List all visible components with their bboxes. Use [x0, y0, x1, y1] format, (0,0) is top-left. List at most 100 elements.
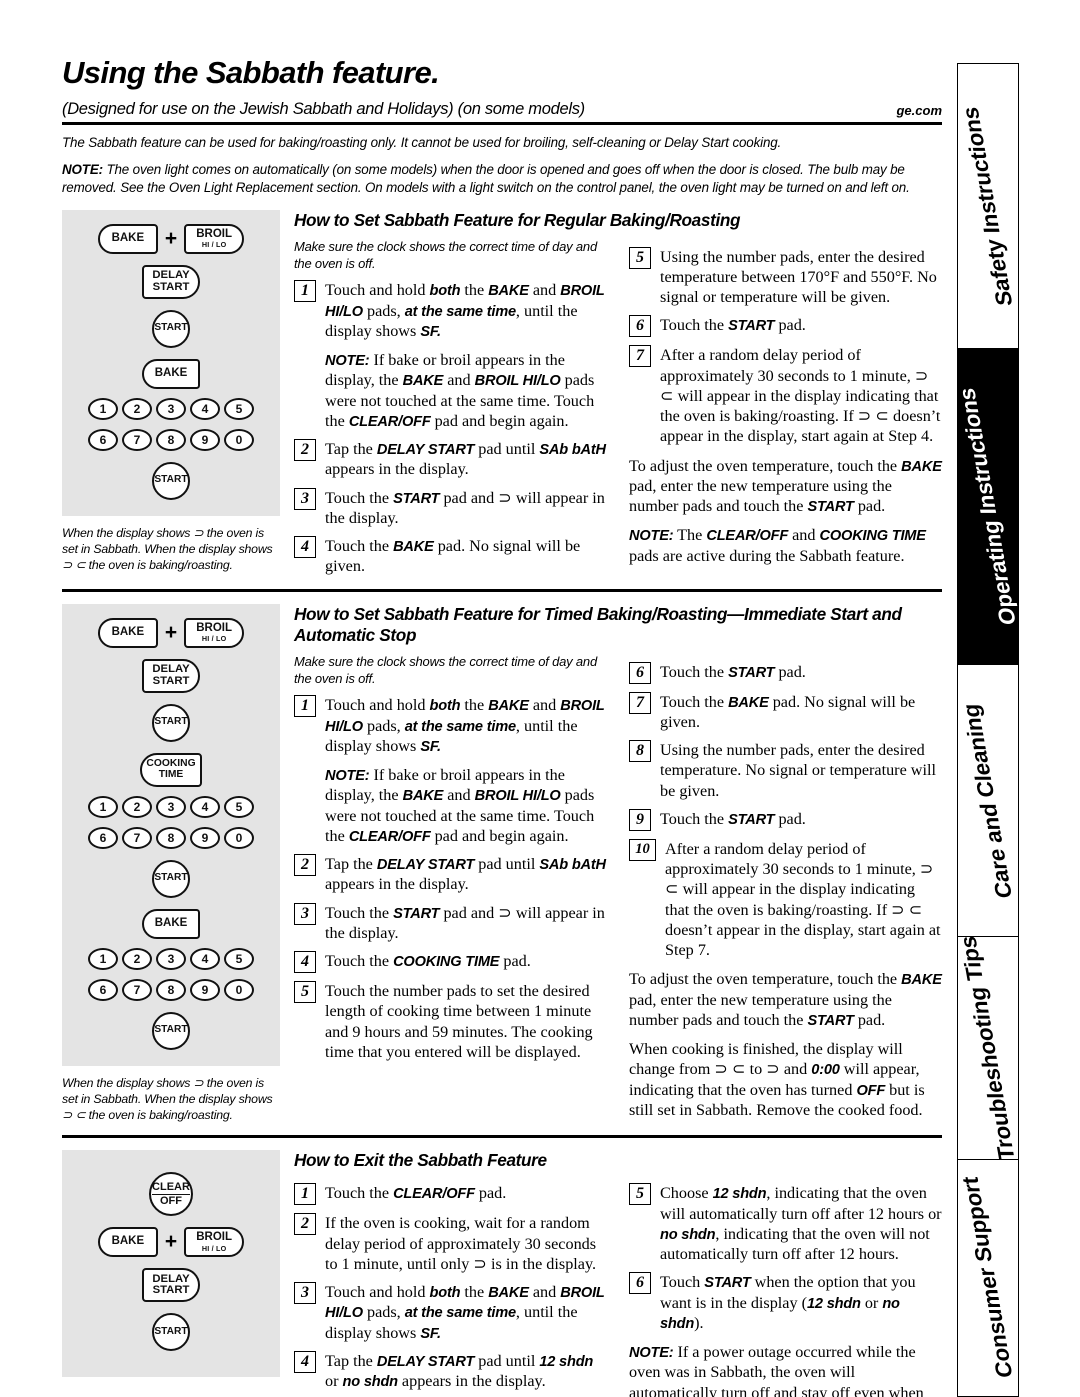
- bake-pad[interactable]: BAKE: [97, 223, 158, 254]
- section-2-text: How to Set Sabbath Feature for Timed Bak…: [294, 604, 942, 1124]
- pad-label: 0: [235, 982, 243, 997]
- step-text: NOTE: If bake or broil appears in the di…: [325, 351, 595, 430]
- pad-label: 8: [167, 830, 175, 845]
- instruction-step: 4 Touch the BAKE pad. No signal will be g…: [294, 536, 607, 577]
- step-body: Touch the START pad.: [660, 662, 942, 684]
- tab-troubleshooting-tips[interactable]: Troubleshooting Tips: [957, 936, 1019, 1161]
- pad-label-line2: START: [152, 674, 190, 687]
- delay-start-pad[interactable]: DELAY START: [142, 264, 200, 299]
- number-pad-9[interactable]: 9: [190, 428, 220, 451]
- instruction-step: 1 Touch and hold both the BAKE and BROIL …: [294, 695, 607, 846]
- start-pad[interactable]: START: [152, 1011, 190, 1050]
- number-pad-1[interactable]: 1: [88, 795, 118, 818]
- number-pad-2[interactable]: 2: [122, 397, 152, 420]
- step-number: 7: [629, 691, 651, 714]
- number-pad-2[interactable]: 2: [122, 947, 152, 970]
- bake-pad[interactable]: BAKE: [142, 908, 200, 939]
- number-pad-6[interactable]: 6: [88, 428, 118, 451]
- number-pad-2[interactable]: 2: [122, 795, 152, 818]
- step-body: Tap the DELAY START pad until 12 shdn or…: [325, 1351, 607, 1392]
- note-text: The oven light comes on automatically (o…: [62, 162, 910, 196]
- start-pad[interactable]: START: [152, 859, 190, 898]
- manual-page: Safety Instructions Operating Instructio…: [0, 0, 1080, 1397]
- instruction-step: 3 Touch and hold both the BAKE and BROIL …: [294, 1282, 607, 1343]
- start-pad[interactable]: START: [152, 309, 190, 348]
- bake-pad[interactable]: BAKE: [142, 358, 200, 389]
- steps-list: 1 Touch the CLEAR/OFF pad. 2 If the oven is…: [294, 1183, 607, 1391]
- step-number: 7: [629, 345, 651, 368]
- pad-label: BAKE: [111, 1235, 145, 1248]
- pad-row-delay-start: DELAY START: [62, 264, 280, 299]
- number-pad-7[interactable]: 7: [122, 428, 152, 451]
- pad-label: 3: [167, 799, 175, 814]
- tab-safety-instructions[interactable]: Safety Instructions: [957, 63, 1019, 350]
- number-pad-6[interactable]: 6: [88, 826, 118, 849]
- step-text: Touch the START pad.: [660, 316, 806, 335]
- step-text: Touch the BAKE pad. No signal will be gi…: [325, 537, 581, 576]
- step-body: Touch and hold both the BAKE and BROIL H…: [325, 695, 607, 846]
- body-paragraph: To adjust the oven temperature, touch th…: [629, 970, 942, 1029]
- number-pad-9[interactable]: 9: [190, 978, 220, 1001]
- instruction-step: 3 Touch the START pad and ⊃ will appear i…: [294, 902, 607, 944]
- step-text: After a random delay period of approxima…: [665, 839, 941, 960]
- start-pad[interactable]: START: [152, 703, 190, 742]
- step-number: 4: [294, 536, 316, 559]
- delay-start-pad[interactable]: DELAY START: [142, 1268, 200, 1303]
- start-pad[interactable]: START: [152, 1313, 190, 1352]
- number-pad-7[interactable]: 7: [122, 978, 152, 1001]
- step-body: Touch the BAKE pad. No signal will be gi…: [660, 692, 942, 733]
- step-text: Touch the START pad.: [660, 809, 806, 828]
- number-pad-5[interactable]: 5: [224, 795, 254, 818]
- number-pad-3[interactable]: 3: [156, 947, 186, 970]
- number-pad-0[interactable]: 0: [224, 428, 254, 451]
- number-pad-8[interactable]: 8: [156, 826, 186, 849]
- number-pad-8[interactable]: 8: [156, 978, 186, 1001]
- control-panel-diagram-3-column: CLEAR OFF BAKE + BROIL HI / LO DELAY STA…: [62, 1150, 294, 1397]
- instruction-step: 1 Touch the CLEAR/OFF pad.: [294, 1183, 607, 1206]
- number-pad-8[interactable]: 8: [156, 428, 186, 451]
- broil-hi-lo-pad[interactable]: BROIL HI / LO: [184, 617, 245, 648]
- number-pad-5[interactable]: 5: [224, 397, 254, 420]
- number-pad-1[interactable]: 1: [88, 397, 118, 420]
- pad-row-bake-2: BAKE: [62, 358, 280, 389]
- number-pad-4[interactable]: 4: [190, 795, 220, 818]
- plus-symbol: +: [164, 226, 178, 250]
- bake-pad[interactable]: BAKE: [97, 617, 158, 648]
- steps-list: 5 Using the number pads, enter the desire…: [629, 246, 942, 447]
- tab-operating-instructions[interactable]: Operating Instructions: [957, 348, 1019, 666]
- bake-pad[interactable]: BAKE: [97, 1227, 158, 1258]
- instruction-step: 6 Touch START when the option that you wa…: [629, 1272, 942, 1333]
- clear-off-pad[interactable]: CLEAR OFF: [149, 1172, 193, 1217]
- tab-consumer-support[interactable]: Consumer Support: [957, 1158, 1019, 1397]
- number-pad-5[interactable]: 5: [224, 947, 254, 970]
- delay-start-pad[interactable]: DELAY START: [142, 658, 200, 693]
- step-number: 8: [629, 740, 651, 763]
- pad-label: BROIL: [196, 1231, 233, 1244]
- number-pad-1[interactable]: 1: [88, 947, 118, 970]
- broil-hi-lo-pad[interactable]: BROIL HI / LO: [184, 1227, 245, 1258]
- number-pad-4[interactable]: 4: [190, 397, 220, 420]
- number-pad-3[interactable]: 3: [156, 795, 186, 818]
- number-pad-6[interactable]: 6: [88, 978, 118, 1001]
- start-pad[interactable]: START: [152, 461, 190, 500]
- pad-row-bake-2: BAKE: [62, 908, 280, 939]
- step-number: 6: [629, 1272, 651, 1295]
- tab-label: Consumer Support: [957, 1177, 1018, 1378]
- tab-care-and-cleaning[interactable]: Care and Cleaning: [957, 663, 1019, 938]
- number-pad-0[interactable]: 0: [224, 978, 254, 1001]
- instruction-step: 8 Using the number pads, enter the desire…: [629, 740, 942, 801]
- number-pad-9[interactable]: 9: [190, 826, 220, 849]
- pad-label: 5: [235, 951, 243, 966]
- broil-hi-lo-pad[interactable]: BROIL HI / LO: [184, 223, 245, 254]
- number-pad-7[interactable]: 7: [122, 826, 152, 849]
- pad-row-delay-start: DELAY START: [62, 658, 280, 693]
- section-2-left-column: Make sure the clock shows the correct ti…: [294, 654, 607, 1121]
- instruction-step: 7 Touch the BAKE pad. No signal will be g…: [629, 691, 942, 733]
- number-pad-row-2: 6 7 8 9 0: [62, 428, 280, 451]
- number-pad-4[interactable]: 4: [190, 947, 220, 970]
- number-pad-3[interactable]: 3: [156, 397, 186, 420]
- step-number: 3: [294, 902, 316, 925]
- intro-note: NOTE: The oven light comes on automatica…: [62, 161, 942, 197]
- number-pad-0[interactable]: 0: [224, 826, 254, 849]
- cooking-time-pad[interactable]: COOKING TIME: [140, 752, 202, 787]
